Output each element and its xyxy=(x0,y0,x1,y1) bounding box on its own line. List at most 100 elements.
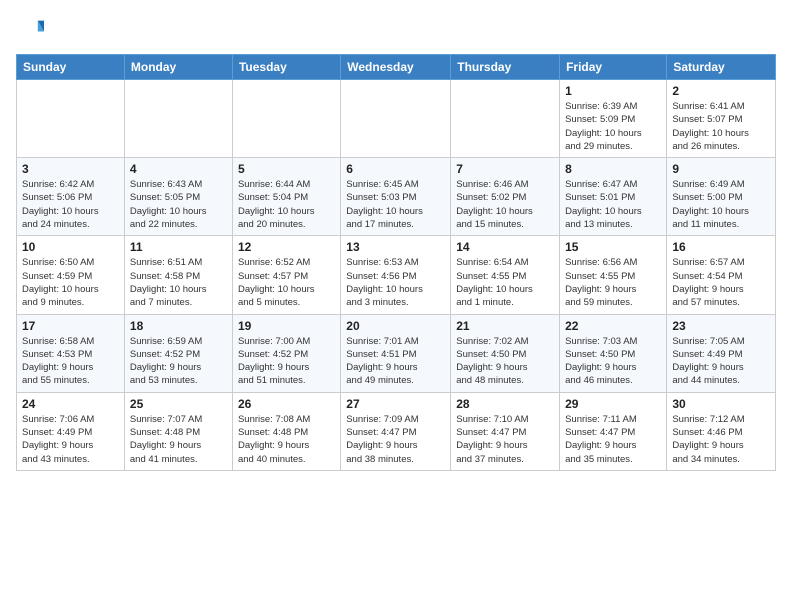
day-info: Sunrise: 6:57 AM Sunset: 4:54 PM Dayligh… xyxy=(672,256,770,309)
calendar-week-5: 24 Sunrise: 7:06 AM Sunset: 4:49 PM Dayli… xyxy=(17,392,776,470)
col-header-thursday: Thursday xyxy=(451,55,560,80)
day-info: Sunrise: 7:05 AM Sunset: 4:49 PM Dayligh… xyxy=(672,335,770,388)
col-header-saturday: Saturday xyxy=(667,55,776,80)
calendar-cell: 19 Sunrise: 7:00 AM Sunset: 4:52 PM Dayli… xyxy=(232,314,340,392)
calendar-cell xyxy=(232,80,340,158)
day-number: 9 xyxy=(672,162,770,176)
day-number: 28 xyxy=(456,397,554,411)
day-number: 15 xyxy=(565,240,661,254)
day-number: 16 xyxy=(672,240,770,254)
calendar-cell: 7 Sunrise: 6:46 AM Sunset: 5:02 PM Daylig… xyxy=(451,158,560,236)
day-number: 10 xyxy=(22,240,119,254)
calendar-cell: 15Sunrise: 6:56 AM Sunset: 4:55 PM Dayli… xyxy=(560,236,667,314)
calendar-week-3: 10 Sunrise: 6:50 AM Sunset: 4:59 PM Dayli… xyxy=(17,236,776,314)
calendar-cell: 13 Sunrise: 6:53 AM Sunset: 4:56 PM Dayli… xyxy=(341,236,451,314)
day-number: 2 xyxy=(672,84,770,98)
day-number: 11 xyxy=(130,240,227,254)
calendar-cell: 16 Sunrise: 6:57 AM Sunset: 4:54 PM Dayli… xyxy=(667,236,776,314)
calendar-cell: 11 Sunrise: 6:51 AM Sunset: 4:58 PM Dayli… xyxy=(124,236,232,314)
day-number: 7 xyxy=(456,162,554,176)
page: SundayMondayTuesdayWednesdayThursdayFrid… xyxy=(0,0,792,612)
col-header-monday: Monday xyxy=(124,55,232,80)
calendar-cell: 25Sunrise: 7:07 AM Sunset: 4:48 PM Dayli… xyxy=(124,392,232,470)
day-number: 17 xyxy=(22,319,119,333)
calendar-cell: 27 Sunrise: 7:09 AM Sunset: 4:47 PM Dayli… xyxy=(341,392,451,470)
calendar-cell: 23 Sunrise: 7:05 AM Sunset: 4:49 PM Dayli… xyxy=(667,314,776,392)
day-number: 23 xyxy=(672,319,770,333)
calendar-cell: 14 Sunrise: 6:54 AM Sunset: 4:55 PM Dayli… xyxy=(451,236,560,314)
calendar-cell: 9 Sunrise: 6:49 AM Sunset: 5:00 PM Daylig… xyxy=(667,158,776,236)
day-info: Sunrise: 7:03 AM Sunset: 4:50 PM Dayligh… xyxy=(565,335,661,388)
day-info: Sunrise: 6:58 AM Sunset: 4:53 PM Dayligh… xyxy=(22,335,119,388)
calendar-cell: 6 Sunrise: 6:45 AM Sunset: 5:03 PM Daylig… xyxy=(341,158,451,236)
calendar-week-1: 1 Sunrise: 6:39 AM Sunset: 5:09 PM Daylig… xyxy=(17,80,776,158)
calendar-cell: 28 Sunrise: 7:10 AM Sunset: 4:47 PM Dayli… xyxy=(451,392,560,470)
calendar: SundayMondayTuesdayWednesdayThursdayFrid… xyxy=(16,54,776,471)
day-number: 30 xyxy=(672,397,770,411)
calendar-week-2: 3 Sunrise: 6:42 AM Sunset: 5:06 PM Daylig… xyxy=(17,158,776,236)
day-info: Sunrise: 6:41 AM Sunset: 5:07 PM Dayligh… xyxy=(672,100,770,153)
logo xyxy=(16,16,46,44)
calendar-cell: 3 Sunrise: 6:42 AM Sunset: 5:06 PM Daylig… xyxy=(17,158,125,236)
day-number: 19 xyxy=(238,319,335,333)
day-number: 29 xyxy=(565,397,661,411)
day-info: Sunrise: 6:39 AM Sunset: 5:09 PM Dayligh… xyxy=(565,100,661,153)
day-number: 21 xyxy=(456,319,554,333)
day-info: Sunrise: 6:50 AM Sunset: 4:59 PM Dayligh… xyxy=(22,256,119,309)
day-number: 24 xyxy=(22,397,119,411)
day-number: 22 xyxy=(565,319,661,333)
day-info: Sunrise: 7:09 AM Sunset: 4:47 PM Dayligh… xyxy=(346,413,445,466)
header xyxy=(16,16,776,44)
calendar-cell: 8 Sunrise: 6:47 AM Sunset: 5:01 PM Daylig… xyxy=(560,158,667,236)
day-number: 6 xyxy=(346,162,445,176)
day-info: Sunrise: 6:51 AM Sunset: 4:58 PM Dayligh… xyxy=(130,256,227,309)
calendar-cell: 29Sunrise: 7:11 AM Sunset: 4:47 PM Dayli… xyxy=(560,392,667,470)
day-info: Sunrise: 7:02 AM Sunset: 4:50 PM Dayligh… xyxy=(456,335,554,388)
calendar-cell: 2 Sunrise: 6:41 AM Sunset: 5:07 PM Daylig… xyxy=(667,80,776,158)
day-number: 13 xyxy=(346,240,445,254)
day-info: Sunrise: 6:42 AM Sunset: 5:06 PM Dayligh… xyxy=(22,178,119,231)
day-info: Sunrise: 6:53 AM Sunset: 4:56 PM Dayligh… xyxy=(346,256,445,309)
day-number: 3 xyxy=(22,162,119,176)
day-number: 5 xyxy=(238,162,335,176)
calendar-cell xyxy=(451,80,560,158)
calendar-cell: 20Sunrise: 7:01 AM Sunset: 4:51 PM Dayli… xyxy=(341,314,451,392)
day-number: 1 xyxy=(565,84,661,98)
day-number: 8 xyxy=(565,162,661,176)
day-info: Sunrise: 6:46 AM Sunset: 5:02 PM Dayligh… xyxy=(456,178,554,231)
day-info: Sunrise: 6:54 AM Sunset: 4:55 PM Dayligh… xyxy=(456,256,554,309)
col-header-sunday: Sunday xyxy=(17,55,125,80)
calendar-cell: 4Sunrise: 6:43 AM Sunset: 5:05 PM Daylig… xyxy=(124,158,232,236)
day-info: Sunrise: 6:49 AM Sunset: 5:00 PM Dayligh… xyxy=(672,178,770,231)
day-info: Sunrise: 7:10 AM Sunset: 4:47 PM Dayligh… xyxy=(456,413,554,466)
calendar-cell: 30 Sunrise: 7:12 AM Sunset: 4:46 PM Dayli… xyxy=(667,392,776,470)
calendar-cell: 1 Sunrise: 6:39 AM Sunset: 5:09 PM Daylig… xyxy=(560,80,667,158)
calendar-cell: 24 Sunrise: 7:06 AM Sunset: 4:49 PM Dayli… xyxy=(17,392,125,470)
day-info: Sunrise: 7:06 AM Sunset: 4:49 PM Dayligh… xyxy=(22,413,119,466)
day-number: 14 xyxy=(456,240,554,254)
calendar-cell: 26 Sunrise: 7:08 AM Sunset: 4:48 PM Dayli… xyxy=(232,392,340,470)
calendar-cell: 21 Sunrise: 7:02 AM Sunset: 4:50 PM Dayli… xyxy=(451,314,560,392)
day-info: Sunrise: 6:59 AM Sunset: 4:52 PM Dayligh… xyxy=(130,335,227,388)
day-info: Sunrise: 7:00 AM Sunset: 4:52 PM Dayligh… xyxy=(238,335,335,388)
day-number: 26 xyxy=(238,397,335,411)
calendar-header-row: SundayMondayTuesdayWednesdayThursdayFrid… xyxy=(17,55,776,80)
logo-icon xyxy=(16,16,44,44)
day-number: 27 xyxy=(346,397,445,411)
day-info: Sunrise: 6:47 AM Sunset: 5:01 PM Dayligh… xyxy=(565,178,661,231)
day-info: Sunrise: 6:52 AM Sunset: 4:57 PM Dayligh… xyxy=(238,256,335,309)
day-number: 25 xyxy=(130,397,227,411)
calendar-cell xyxy=(17,80,125,158)
day-info: Sunrise: 7:08 AM Sunset: 4:48 PM Dayligh… xyxy=(238,413,335,466)
day-number: 12 xyxy=(238,240,335,254)
day-info: Sunrise: 7:12 AM Sunset: 4:46 PM Dayligh… xyxy=(672,413,770,466)
calendar-cell xyxy=(341,80,451,158)
day-info: Sunrise: 6:45 AM Sunset: 5:03 PM Dayligh… xyxy=(346,178,445,231)
col-header-wednesday: Wednesday xyxy=(341,55,451,80)
calendar-cell: 12 Sunrise: 6:52 AM Sunset: 4:57 PM Dayli… xyxy=(232,236,340,314)
calendar-cell xyxy=(124,80,232,158)
calendar-cell: 18 Sunrise: 6:59 AM Sunset: 4:52 PM Dayli… xyxy=(124,314,232,392)
day-number: 18 xyxy=(130,319,227,333)
col-header-friday: Friday xyxy=(560,55,667,80)
calendar-cell: 10 Sunrise: 6:50 AM Sunset: 4:59 PM Dayli… xyxy=(17,236,125,314)
